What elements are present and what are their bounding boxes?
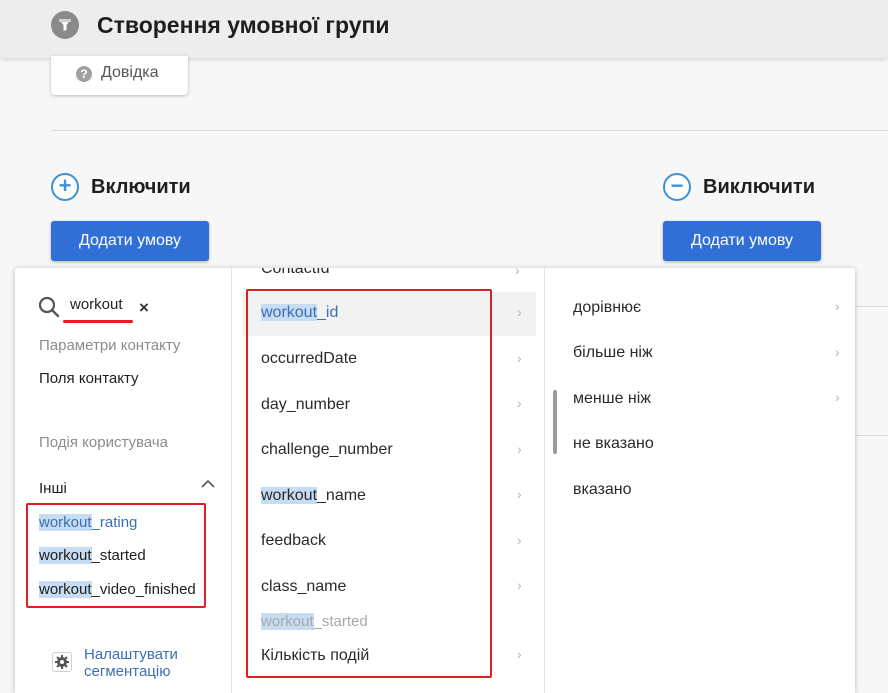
chevron-right-icon: ›: [835, 389, 840, 405]
funnel-icon: [51, 11, 79, 39]
field-item-partial[interactable]: ContactId: [261, 268, 329, 278]
annotation-box: [26, 503, 206, 608]
divider: [51, 130, 888, 131]
others-group[interactable]: Інші: [39, 480, 67, 497]
chevron-right-icon: ›: [517, 646, 522, 662]
search-input[interactable]: workout: [70, 296, 123, 313]
chevron-right-icon: ›: [515, 268, 520, 278]
field-column: ContactId › workout_id › occurredDate › …: [231, 268, 557, 693]
segmentation-settings-link[interactable]: Налаштувати сегментацію: [84, 646, 214, 680]
page-title: Створення умовної групи: [97, 12, 390, 38]
chevron-right-icon: ›: [517, 395, 522, 411]
operator-not-specified[interactable]: не вказано: [573, 435, 654, 453]
chevron-up-icon[interactable]: [201, 476, 215, 494]
question-icon: ?: [76, 66, 92, 82]
minus-icon: −: [663, 173, 691, 201]
chevron-right-icon: ›: [835, 298, 840, 314]
chevron-right-icon: ›: [517, 304, 522, 320]
operator-equals[interactable]: дорівнює: [573, 299, 641, 317]
user-event-label: Подія користувача: [39, 434, 168, 451]
contact-fields-item[interactable]: Поля контакту: [39, 370, 139, 387]
operator-greater-than[interactable]: більше ніж: [573, 344, 653, 362]
exclude-add-condition-button[interactable]: Додати умову: [663, 221, 821, 261]
chevron-right-icon: ›: [517, 350, 522, 366]
operator-less-than[interactable]: менше ніж: [573, 390, 651, 408]
chevron-right-icon: ›: [835, 344, 840, 360]
operator-specified[interactable]: вказано: [573, 481, 632, 499]
include-title: Включити: [91, 176, 191, 198]
category-column: workout × Параметри контакту Поля контак…: [15, 268, 231, 693]
gear-icon[interactable]: [52, 652, 72, 672]
chevron-right-icon: ›: [517, 577, 522, 593]
search-icon: [38, 296, 60, 318]
annotation-underline: [63, 320, 133, 323]
condition-dropdown: workout × Параметри контакту Поля контак…: [15, 268, 855, 693]
contact-params-label: Параметри контакту: [39, 337, 181, 354]
include-add-condition-button[interactable]: Додати умову: [51, 221, 209, 261]
divider: [855, 306, 888, 307]
chevron-right-icon: ›: [517, 486, 522, 502]
help-label: Довідка: [101, 64, 159, 81]
chevron-right-icon: ›: [517, 532, 522, 548]
clear-icon[interactable]: ×: [139, 298, 149, 318]
chevron-right-icon: ›: [517, 441, 522, 457]
operator-column: дорівнює › більше ніж › менше ніж › не в…: [544, 268, 855, 693]
exclude-title: Виключити: [703, 176, 816, 198]
help-button[interactable]: ? Довідка: [51, 56, 188, 95]
page-header: Створення умовної групи: [0, 0, 888, 58]
annotation-box: [246, 289, 492, 678]
plus-icon: +: [51, 173, 79, 201]
divider: [855, 435, 888, 436]
